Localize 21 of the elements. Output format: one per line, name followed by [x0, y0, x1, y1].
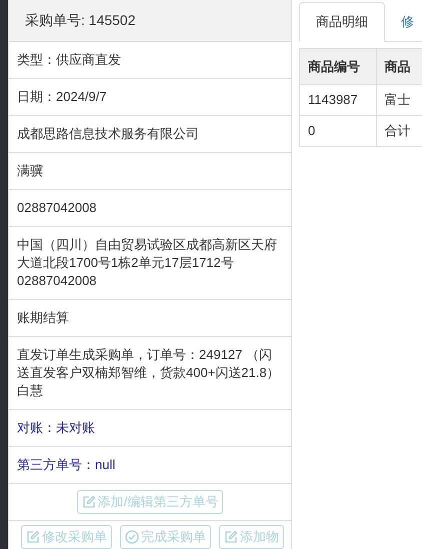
info-row: 满骥	[9, 153, 291, 190]
info-row: 成都思路信息技术服务有限公司	[9, 116, 291, 153]
table-cell: 0	[300, 116, 376, 146]
column-header: 商品编号	[300, 48, 376, 84]
info-row[interactable]: 对账：未对账	[9, 410, 291, 447]
info-row: 日期：2024/9/7	[9, 79, 291, 116]
info-row: 类型：供应商直发	[9, 42, 291, 79]
edit-icon	[224, 530, 238, 544]
tab[interactable]: 商品明细	[299, 2, 385, 42]
panel-title: 采购单号: 145502	[9, 0, 291, 42]
info-row: 02887042008	[9, 190, 291, 227]
info-row: 直发订单生成采购单，订单号：249127 （闪送直发客户双楠郑智维，货款400+闪送21.8）白慧	[9, 337, 291, 410]
info-row[interactable]: 第三方单号：null	[9, 447, 291, 484]
tab[interactable]: 修	[385, 2, 422, 41]
edit-icon	[82, 495, 96, 509]
edit-icon	[26, 530, 40, 544]
info-row: 中国（四川）自由贸易试验区成都高新区天府大道北段1700号1栋2单元17层1712号 02887042008	[9, 227, 291, 300]
info-row: 账期结算	[9, 300, 291, 337]
column-header: 商品	[376, 48, 422, 84]
table-cell: 1143987	[300, 84, 376, 116]
check-circle-icon	[125, 530, 139, 544]
